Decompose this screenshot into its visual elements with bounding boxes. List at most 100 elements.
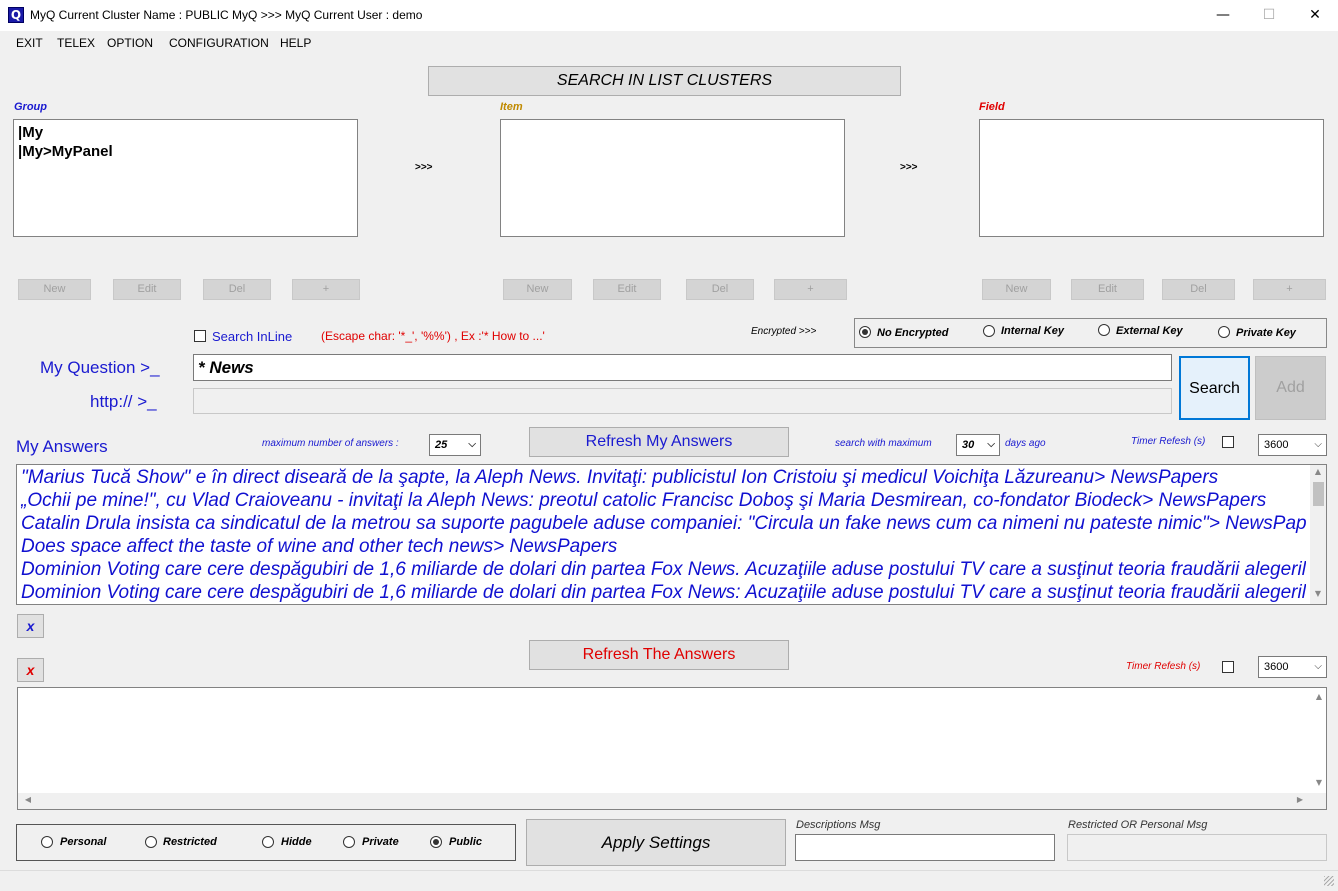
days-value: 30 bbox=[962, 439, 975, 451]
field-del-button[interactable]: Del bbox=[1162, 279, 1235, 300]
menu-telex[interactable]: TELEX bbox=[57, 36, 95, 50]
restricted-msg-input[interactable] bbox=[1067, 834, 1327, 861]
days-ago-label: days ago bbox=[1005, 438, 1046, 449]
horizontal-scrollbar[interactable]: ◀ ▶ bbox=[18, 793, 1326, 809]
no-encrypted-label: No Encrypted bbox=[877, 327, 949, 339]
external-key-label: External Key bbox=[1116, 325, 1183, 337]
answers-textarea[interactable]: ▲ ▼ ◀ ▶ bbox=[17, 687, 1327, 810]
search-inline-checkbox[interactable] bbox=[194, 330, 206, 342]
item-label: Item bbox=[500, 101, 523, 113]
refresh-my-answers-button[interactable]: Refresh My Answers bbox=[529, 427, 789, 457]
search-clusters-button[interactable]: SEARCH IN LIST CLUSTERS bbox=[428, 66, 901, 96]
group-list-item[interactable]: |My>MyPanel bbox=[18, 142, 113, 161]
scroll-up-icon[interactable]: ▲ bbox=[1311, 692, 1327, 701]
field-edit-button[interactable]: Edit bbox=[1071, 279, 1144, 300]
chevron-down-icon: ⌵ bbox=[468, 439, 476, 450]
field-new-button[interactable]: New bbox=[982, 279, 1051, 300]
timer-select[interactable]: 3600 ⌵ bbox=[1258, 434, 1327, 456]
group-label: Group bbox=[14, 101, 47, 113]
private-radio[interactable] bbox=[343, 836, 355, 848]
restricted-msg-label: Restricted OR Personal Msg bbox=[1068, 819, 1208, 831]
item-edit-button[interactable]: Edit bbox=[593, 279, 661, 300]
answer-item[interactable]: "Marius Tucă Show" e în direct diseară d… bbox=[21, 466, 1306, 489]
menu-exit[interactable]: EXIT bbox=[16, 36, 43, 50]
timer-refresh-checkbox-2[interactable] bbox=[1222, 661, 1234, 673]
public-label: Public bbox=[449, 836, 483, 848]
field-plus-button[interactable]: + bbox=[1253, 279, 1326, 300]
group-new-button[interactable]: New bbox=[18, 279, 91, 300]
item-plus-button[interactable]: + bbox=[774, 279, 847, 300]
url-label: http:// >_ bbox=[90, 392, 157, 411]
field-label: Field bbox=[979, 101, 1005, 113]
group-del-button[interactable]: Del bbox=[203, 279, 271, 300]
add-button[interactable]: Add bbox=[1255, 356, 1326, 420]
scroll-down-icon[interactable]: ▼ bbox=[1310, 589, 1326, 598]
public-radio[interactable] bbox=[430, 836, 442, 848]
close-button[interactable]: ✕ bbox=[1292, 0, 1338, 31]
answer-item[interactable]: Dominion Voting care cere despăgubiri de… bbox=[21, 558, 1306, 581]
days-select[interactable]: 30 ⌵ bbox=[956, 434, 1000, 456]
restricted-radio[interactable] bbox=[145, 836, 157, 848]
clear-my-answers-button[interactable]: x bbox=[17, 614, 44, 638]
scroll-right-icon[interactable]: ▶ bbox=[1292, 795, 1308, 804]
group-to-item-arrows: >>> bbox=[415, 162, 433, 173]
group-list-item[interactable]: |My bbox=[18, 123, 113, 142]
answer-item[interactable]: Does space affect the taste of wine and … bbox=[21, 535, 1306, 558]
minimize-button[interactable]: — bbox=[1200, 0, 1246, 31]
chevron-down-icon: ⌵ bbox=[1314, 661, 1322, 672]
answer-item[interactable]: Dominion Voting care cere despăgubiri de… bbox=[21, 581, 1306, 604]
group-plus-button[interactable]: + bbox=[292, 279, 360, 300]
group-edit-button[interactable]: Edit bbox=[113, 279, 181, 300]
menu-configuration[interactable]: CONFIGURATION bbox=[169, 36, 269, 50]
item-to-field-arrows: >>> bbox=[900, 162, 918, 173]
apply-settings-button[interactable]: Apply Settings bbox=[526, 819, 786, 866]
hidde-radio[interactable] bbox=[262, 836, 274, 848]
answer-item[interactable]: „Ochii pe mine!", cu Vlad Craioveanu - i… bbox=[21, 489, 1306, 512]
scroll-down-icon[interactable]: ▼ bbox=[1311, 778, 1327, 787]
refresh-the-answers-button[interactable]: Refresh The Answers bbox=[529, 640, 789, 670]
timer-refresh-checkbox[interactable] bbox=[1222, 436, 1234, 448]
scroll-left-icon[interactable]: ◀ bbox=[20, 795, 36, 804]
field-listbox[interactable] bbox=[979, 119, 1324, 237]
external-key-radio[interactable] bbox=[1098, 324, 1110, 336]
internal-key-radio[interactable] bbox=[983, 325, 995, 337]
hidde-label: Hidde bbox=[281, 836, 312, 848]
scroll-up-icon[interactable]: ▲ bbox=[1310, 467, 1326, 476]
search-inline-label: Search InLine bbox=[212, 329, 293, 344]
encrypted-label: Encrypted >>> bbox=[751, 326, 817, 337]
answer-item[interactable]: Catalin Drula insista ca sindicatul de l… bbox=[21, 512, 1306, 535]
url-input[interactable] bbox=[193, 388, 1172, 414]
descriptions-msg-input[interactable] bbox=[795, 834, 1055, 861]
private-key-label: Private Key bbox=[1236, 327, 1296, 339]
answers-scrollbar[interactable]: ▲ ▼ bbox=[1310, 465, 1326, 604]
menu-option[interactable]: OPTION bbox=[107, 36, 153, 50]
max-answers-select[interactable]: 25 ⌵ bbox=[429, 434, 481, 456]
timer-value-2: 3600 bbox=[1264, 661, 1289, 673]
item-new-button[interactable]: New bbox=[503, 279, 572, 300]
my-answers-listbox[interactable]: "Marius Tucă Show" e în direct diseară d… bbox=[16, 464, 1327, 605]
search-with-max-label: search with maximum bbox=[835, 438, 932, 449]
timer-select-2[interactable]: 3600 ⌵ bbox=[1258, 656, 1327, 678]
resize-grip-icon[interactable] bbox=[1324, 876, 1334, 886]
chevron-down-icon: ⌵ bbox=[987, 439, 995, 450]
item-del-button[interactable]: Del bbox=[686, 279, 754, 300]
item-listbox[interactable] bbox=[500, 119, 845, 237]
private-key-radio[interactable] bbox=[1218, 326, 1230, 338]
clear-answers-button[interactable]: x bbox=[17, 658, 44, 682]
descriptions-msg-label: Descriptions Msg bbox=[796, 819, 881, 831]
private-label: Private bbox=[362, 836, 399, 848]
scroll-thumb[interactable] bbox=[1313, 482, 1324, 506]
window-title: MyQ Current Cluster Name : PUBLIC MyQ >>… bbox=[30, 8, 423, 22]
no-encrypted-radio[interactable] bbox=[859, 326, 871, 338]
personal-label: Personal bbox=[60, 836, 107, 848]
personal-radio[interactable] bbox=[41, 836, 53, 848]
question-input[interactable]: * News bbox=[193, 354, 1172, 381]
status-bar bbox=[0, 870, 1338, 891]
search-button[interactable]: Search bbox=[1179, 356, 1250, 420]
app-logo-icon: Q bbox=[8, 7, 24, 23]
timer-refresh-label: Timer Refesh (s) bbox=[1131, 436, 1206, 447]
maximize-button[interactable]: ☐ bbox=[1246, 0, 1292, 31]
menu-help[interactable]: HELP bbox=[280, 36, 311, 50]
group-listbox[interactable]: |My |My>MyPanel bbox=[13, 119, 358, 237]
my-answers-label: My Answers bbox=[16, 437, 108, 456]
